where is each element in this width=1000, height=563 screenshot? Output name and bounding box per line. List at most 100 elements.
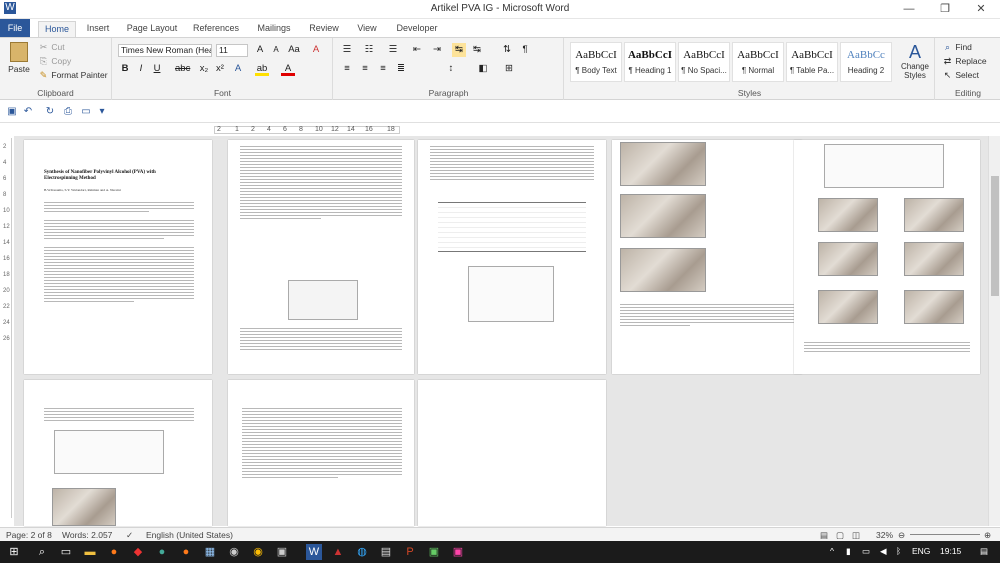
tab-home[interactable]: Home — [38, 21, 76, 37]
tab-mailings[interactable]: Mailings — [252, 21, 296, 37]
decrease-indent-icon[interactable]: ⇤ — [410, 43, 424, 57]
tab-insert[interactable]: Insert — [80, 21, 116, 37]
view-print-layout-icon[interactable]: ▤ — [820, 530, 828, 541]
copy-button[interactable]: ⎘ Copy — [38, 56, 71, 67]
horizontal-ruler[interactable]: 2 1 2 4 6 8 10 12 14 16 18 — [214, 126, 400, 134]
search-icon[interactable]: ⌕ — [34, 544, 50, 560]
firefox-icon[interactable]: ● — [106, 544, 122, 560]
subscript-icon[interactable]: x₂ — [197, 62, 211, 76]
explorer-icon[interactable]: ▬ — [82, 544, 98, 560]
app-icon[interactable]: ▤ — [378, 544, 394, 560]
document-page-8[interactable] — [418, 380, 606, 526]
minimize-icon[interactable]: — — [896, 0, 922, 19]
document-page-7[interactable] — [228, 380, 414, 526]
text-direction-icon[interactable]: ↹ — [452, 43, 466, 57]
view-web-layout-icon[interactable]: ◫ — [852, 530, 860, 541]
chrome-icon[interactable]: ◉ — [250, 544, 266, 560]
page-count[interactable]: Page: 2 of 8 — [6, 530, 52, 540]
align-center-icon[interactable]: ≡ — [358, 62, 372, 76]
line-spacing-icon[interactable]: ↕ — [444, 62, 458, 76]
open-icon[interactable]: ▭ — [80, 106, 92, 118]
word-taskbar-icon[interactable]: W — [306, 544, 322, 560]
bold-icon[interactable]: B — [118, 62, 132, 76]
highlight-icon[interactable]: ab — [255, 62, 269, 76]
superscript-icon[interactable]: x² — [213, 62, 227, 76]
format-painter-button[interactable]: ✎ Format Painter — [38, 70, 108, 81]
change-styles-button[interactable]: A Change Styles — [897, 42, 933, 80]
language-indicator[interactable]: English (United States) — [146, 530, 233, 540]
document-page-5[interactable] — [794, 140, 980, 374]
app-icon[interactable]: ▣ — [426, 544, 442, 560]
battery-icon[interactable]: ▭ — [862, 546, 870, 557]
clock[interactable]: 19:15 — [940, 546, 961, 556]
word-count[interactable]: Words: 2.057 — [62, 530, 112, 540]
scrollbar-thumb[interactable] — [991, 176, 999, 296]
clear-format-icon[interactable]: A — [309, 43, 323, 57]
underline-icon[interactable]: U — [150, 62, 164, 76]
app-icon[interactable]: ● — [154, 544, 170, 560]
document-page-3[interactable] — [418, 140, 606, 374]
rtl-direction-icon[interactable]: ↹ — [470, 43, 484, 57]
tab-references[interactable]: References — [190, 21, 242, 37]
strikethrough-icon[interactable]: abc — [175, 62, 190, 76]
italic-icon[interactable]: I — [134, 62, 148, 76]
paste-button[interactable]: Paste — [6, 42, 32, 74]
style-normal[interactable]: AaBbCcI ¶ Normal — [732, 42, 784, 82]
tab-page-layout[interactable]: Page Layout — [122, 21, 182, 37]
zoom-in-icon[interactable]: ⊕ — [984, 530, 991, 541]
close-icon[interactable]: ✕ — [968, 0, 994, 19]
font-color-icon[interactable]: A — [281, 62, 295, 76]
style-heading-1[interactable]: AaBbCcI ¶ Heading 1 — [624, 42, 676, 82]
app-icon[interactable]: ◉ — [226, 544, 242, 560]
edge-icon[interactable]: ◍ — [354, 544, 370, 560]
app-icon[interactable]: ◆ — [130, 544, 146, 560]
powerpoint-icon[interactable]: P — [402, 544, 418, 560]
document-workspace[interactable]: Synthesis of Nanofiber Polyvinyl Alcohol… — [14, 136, 988, 526]
borders-icon[interactable]: ⊞ — [502, 62, 516, 76]
cut-button[interactable]: ✂ Cut — [38, 42, 65, 53]
style-no-spacing[interactable]: AaBbCcI ¶ No Spaci... — [678, 42, 730, 82]
multilevel-list-icon[interactable]: ☰ — [386, 43, 400, 57]
grow-font-icon[interactable]: A — [253, 43, 267, 57]
numbering-icon[interactable]: ☷ — [362, 43, 376, 57]
tab-view[interactable]: View — [352, 21, 382, 37]
save-icon[interactable]: ▣ — [6, 106, 18, 118]
vertical-ruler[interactable]: 2 4 6 8 10 12 14 16 18 20 22 24 26 — [2, 138, 12, 518]
bullets-icon[interactable]: ☰ — [340, 43, 354, 57]
shading-icon[interactable]: ◧ — [476, 62, 490, 76]
network-icon[interactable]: ▮ — [846, 546, 851, 557]
select-button[interactable]: ↖ Select — [942, 70, 979, 81]
sort-icon[interactable]: ⇅ — [500, 43, 514, 57]
windows-start-icon[interactable]: ⊞ — [6, 544, 22, 560]
document-page-1[interactable]: Synthesis of Nanofiber Polyvinyl Alcohol… — [24, 140, 212, 374]
vertical-scrollbar[interactable] — [988, 136, 1000, 526]
volume-icon[interactable]: ◀ — [880, 546, 887, 557]
font-size-combo[interactable]: 11 — [216, 44, 248, 57]
document-page-2[interactable] — [228, 140, 414, 374]
document-page-4[interactable] — [612, 140, 802, 374]
keyboard-language[interactable]: ENG — [912, 546, 930, 556]
undo-icon[interactable]: ↶ — [22, 106, 34, 118]
align-right-icon[interactable]: ≡ — [376, 62, 390, 76]
style-body-text[interactable]: AaBbCcI ¶ Body Text — [570, 42, 622, 82]
zoom-out-icon[interactable]: ⊖ — [898, 530, 905, 541]
print-preview-icon[interactable]: ⎙ — [62, 106, 74, 118]
tray-chevron-icon[interactable]: ^ — [830, 546, 834, 556]
app-icon[interactable]: ▣ — [274, 544, 290, 560]
font-name-combo[interactable]: Times New Roman (Hea — [118, 44, 212, 57]
text-effects-icon[interactable]: A — [231, 62, 245, 76]
notifications-icon[interactable]: ▤ — [980, 546, 988, 557]
tab-developer[interactable]: Developer — [392, 21, 442, 37]
store-icon[interactable]: ▦ — [202, 544, 218, 560]
align-left-icon[interactable]: ≡ — [340, 62, 354, 76]
proofing-icon[interactable]: ✓ — [126, 530, 133, 541]
task-view-icon[interactable]: ▭ — [58, 544, 74, 560]
zoom-slider[interactable] — [910, 534, 980, 535]
find-button[interactable]: ⌕ Find — [942, 42, 972, 53]
zoom-level[interactable]: 32% — [876, 530, 893, 540]
customize-qat-icon[interactable]: ▾ — [96, 106, 108, 118]
justify-icon[interactable]: ≣ — [394, 62, 408, 76]
increase-indent-icon[interactable]: ⇥ — [430, 43, 444, 57]
change-case-icon[interactable]: Aa — [287, 43, 301, 57]
show-marks-icon[interactable]: ¶ — [518, 43, 532, 57]
